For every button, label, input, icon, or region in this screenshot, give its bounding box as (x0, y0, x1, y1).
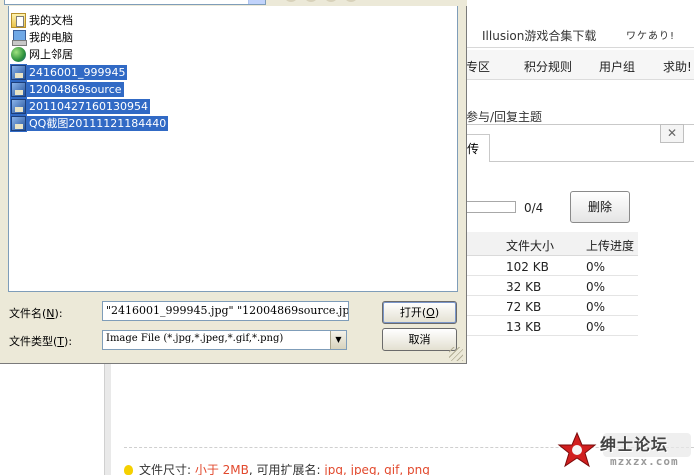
table-row: 13 KB 0% (466, 316, 638, 336)
row-progress: 0% (586, 260, 606, 274)
delete-button[interactable]: 删除 (570, 191, 630, 223)
image-file-icon (10, 64, 27, 81)
nav-item-points-rules[interactable]: 积分规则 (524, 58, 572, 75)
filetype-label: 文件类型(T): (9, 335, 73, 348)
filename-label: 文件名(N): (9, 307, 63, 320)
table-row: 32 KB 0% (466, 276, 638, 296)
forum-title-ja[interactable]: ワケあり! (626, 27, 675, 42)
open-button[interactable]: 打开(O) (382, 301, 457, 324)
open-accesskey: O (426, 306, 435, 319)
file-label: 网上邻居 (29, 48, 73, 61)
row-size: 13 KB (506, 320, 542, 334)
screen: Illusion游戏合集下载 ワケあり! 专区 积分规则 用户组 求助! 参与/… (0, 0, 694, 475)
chevron-down-icon[interactable]: ▼ (330, 331, 346, 349)
tip-prefix: 文件尺寸: (139, 463, 195, 475)
forum-nav-bar (466, 50, 694, 80)
file-label: 我的文档 (29, 14, 73, 27)
my-computer-icon (11, 30, 27, 46)
close-icon[interactable]: ✕ (660, 124, 684, 143)
row-size: 102 KB (506, 260, 549, 274)
upload-progress-bar (466, 201, 516, 213)
row-progress: 0% (586, 320, 606, 334)
table-row: 102 KB 0% (466, 256, 638, 276)
lightbulb-icon (124, 465, 133, 475)
logo-text: 绅士论坛 (600, 435, 669, 454)
image-file-icon (10, 81, 27, 98)
file-list[interactable]: 我的文档 我的电脑 网上邻居 2416001_999945 12004869so… (8, 6, 458, 292)
tab-divider (490, 161, 694, 162)
header-file-size: 文件大小 (506, 239, 555, 253)
file-open-dialog: 我的文档 我的电脑 网上邻居 2416001_999945 12004869so… (0, 0, 467, 364)
header-upload-progress: 上传进度 (586, 239, 635, 253)
look-in-combo[interactable] (4, 0, 266, 5)
filename-input[interactable]: "2416001_999945.jpg" "12004869source.jpg (102, 301, 349, 321)
filename-accesskey: N (46, 307, 55, 320)
open-button-label: 打开 (399, 306, 422, 319)
filetype-select[interactable]: Image File (*.jpg,*.jpeg,*.gif,*.png) ▼ (102, 330, 347, 350)
row-size: 72 KB (506, 300, 542, 314)
upload-count: 0/4 (524, 201, 544, 215)
image-file-icon (10, 98, 27, 115)
filetype-accesskey: T (57, 335, 65, 348)
forum-title-link[interactable]: Illusion游戏合集下载 (482, 27, 596, 44)
upload-table: 文件大小 上传进度 102 KB 0% 32 KB 0% 72 KB 0% 13… (466, 232, 638, 336)
reply-topic-link[interactable]: 参与/回复主题 (466, 108, 542, 125)
filetype-value: Image File (*.jpg,*.jpeg,*.gif,*.png) (106, 333, 284, 344)
table-row: 72 KB 0% (466, 296, 638, 316)
row-progress: 0% (586, 300, 606, 314)
row-size: 32 KB (506, 280, 542, 294)
filetype-label-text: 文件类型 (9, 335, 53, 348)
table-header: 文件大小 上传进度 (466, 232, 638, 256)
nav-item-user-groups[interactable]: 用户组 (599, 58, 635, 75)
resize-grip[interactable] (449, 347, 463, 361)
network-places-icon (11, 47, 26, 62)
tip-mid: , 可用扩展名: (248, 463, 325, 475)
nav-item-help[interactable]: 求助! (663, 58, 692, 75)
my-documents-icon (11, 13, 26, 28)
file-label: 20110427160130954 (27, 99, 150, 114)
file-label: QQ截图20111121184440 (27, 116, 169, 131)
image-file-icon (10, 115, 27, 132)
nav-item-zone[interactable]: 专区 (466, 58, 490, 75)
file-label: 我的电脑 (29, 31, 73, 44)
logo-url: mzxzx.com (610, 455, 679, 468)
file-label: 2416001_999945 (27, 65, 128, 80)
page-left-border (104, 360, 111, 475)
filename-label-text: 文件名 (9, 307, 42, 320)
chevron-down-icon[interactable] (248, 0, 265, 4)
upload-tip: 文件尺寸: 小于 2MB, 可用扩展名: jpg, jpeg, gif, png (124, 461, 430, 475)
row-progress: 0% (586, 280, 606, 294)
file-label: 12004869source (27, 82, 124, 97)
tip-extensions: jpg, jpeg, gif, png (324, 463, 430, 475)
cancel-button[interactable]: 取消 (382, 328, 457, 351)
tip-size-limit: 小于 2MB (194, 463, 249, 475)
tab-upload[interactable]: 传 (466, 134, 490, 162)
